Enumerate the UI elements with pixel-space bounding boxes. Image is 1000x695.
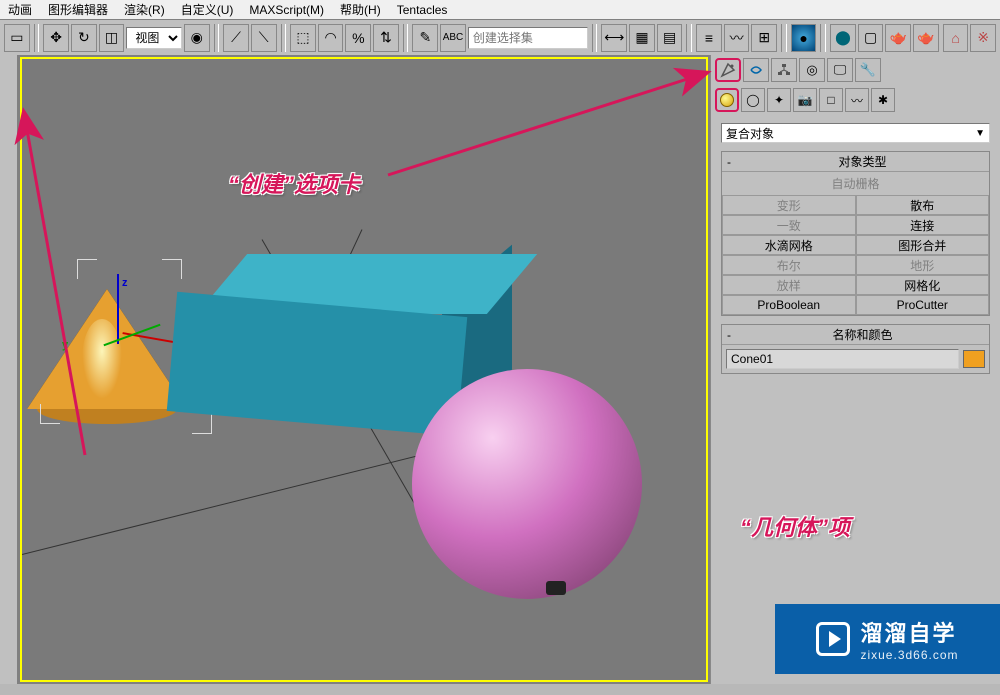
display-tab[interactable]: 🖵 (827, 58, 853, 82)
command-panel: ◎ 🖵 🔧 ◯ ✦ 📷 □ 〰 ✱ 复合对象 ▼ - 对象类型 自动栅格 (710, 55, 1000, 684)
box-object[interactable] (172, 254, 492, 424)
annotation-create-tab: “创建”选项卡 (228, 167, 360, 199)
helpers-category[interactable]: □ (819, 88, 843, 112)
scale-icon[interactable]: ◫ (99, 24, 125, 52)
type-morph[interactable]: 变形 (722, 195, 856, 215)
move-icon[interactable]: ✥ (43, 24, 69, 52)
render-frame-icon[interactable]: ▢ (858, 24, 884, 52)
type-connect[interactable]: 连接 (856, 215, 990, 235)
array-icon[interactable]: ▦ (629, 24, 655, 52)
curve-editor-icon[interactable]: 〰 (724, 24, 750, 52)
perspective-viewport[interactable]: x y z (20, 57, 708, 682)
subcategory-dropdown[interactable]: 复合对象 ▼ (721, 123, 990, 143)
category-row: ◯ ✦ 📷 □ 〰 ✱ (711, 85, 1000, 115)
rollout-name-color-header[interactable]: - 名称和颜色 (722, 325, 989, 345)
lights-category[interactable]: ✦ (767, 88, 791, 112)
type-terrain[interactable]: 地形 (856, 255, 990, 275)
type-conform[interactable]: 一致 (722, 215, 856, 235)
menu-item-maxscript[interactable]: MAXScript(M) (249, 3, 324, 17)
type-boolean[interactable]: 布尔 (722, 255, 856, 275)
type-shapemerge[interactable]: 图形合并 (856, 235, 990, 255)
shapes-category[interactable]: ◯ (741, 88, 765, 112)
cameras-category[interactable]: 📷 (793, 88, 817, 112)
unlink-icon[interactable]: ⟍ (251, 24, 277, 52)
watermark-url: zixue.3d66.com (860, 648, 958, 662)
motion-tab[interactable]: ◎ (799, 58, 825, 82)
viewport-container: x y z “创建”选项卡 (18, 55, 710, 684)
snap-toggle-icon[interactable]: ⬚ (290, 24, 316, 52)
left-dock-strip (0, 55, 18, 684)
type-blobmesh[interactable]: 水滴网格 (722, 235, 856, 255)
type-scatter[interactable]: 散布 (856, 195, 990, 215)
sphere-object[interactable] (412, 369, 642, 599)
named-sel-sets-icon[interactable]: ABC (440, 24, 466, 52)
collapse-icon-2: - (722, 328, 736, 342)
named-selection-input[interactable] (468, 27, 588, 49)
select-link-icon[interactable]: ⟋ (223, 24, 249, 52)
menu-item-grapheditor[interactable]: 图形编辑器 (48, 1, 108, 18)
watermark-title: 溜溜自学 (860, 616, 956, 648)
axis-y-label: y (62, 339, 68, 351)
material-editor-icon[interactable]: ● (791, 24, 817, 52)
render-setup-icon[interactable]: ⬤ (830, 24, 856, 52)
command-tabs: ◎ 🖵 🔧 (711, 55, 1000, 85)
menu-item-anim[interactable]: 动画 (8, 1, 32, 18)
rotate-icon[interactable]: ↻ (71, 24, 97, 52)
schematic-view-icon[interactable]: ⊞ (751, 24, 777, 52)
menu-item-render[interactable]: 渲染(R) (124, 1, 165, 18)
object-color-swatch[interactable] (963, 350, 985, 368)
geometry-category[interactable] (715, 88, 739, 112)
dropdown-arrow-icon: ▼ (975, 128, 985, 139)
selection-region-icon[interactable]: ▭ (4, 24, 30, 52)
type-loft[interactable]: 放样 (722, 275, 856, 295)
object-name-input[interactable] (726, 349, 959, 369)
spinner-snap-icon[interactable]: ⇅ (373, 24, 399, 52)
rollout-title-2: 名称和颜色 (736, 326, 989, 343)
align-icon[interactable]: ▤ (657, 24, 683, 52)
menu-item-tentacles[interactable]: Tentacles (397, 3, 448, 17)
use-pivot-icon[interactable]: ◉ (184, 24, 210, 52)
edit-named-sel-icon[interactable]: ✎ (412, 24, 438, 52)
main-toolbar: ▭ ✥ ↻ ◫ 视图 ◉ ⟋ ⟍ ⬚ ◠ % ⇅ ✎ ABC ⟷ ▦ ▤ ≡ 〰… (0, 20, 1000, 56)
utilities-tab[interactable]: 🔧 (855, 58, 881, 82)
menu-bar: 动画 图形编辑器 渲染(R) 自定义(U) MAXScript(M) 帮助(H)… (0, 0, 1000, 20)
rollout-object-type-header[interactable]: - 对象类型 (722, 152, 989, 172)
type-procutter[interactable]: ProCutter (856, 295, 990, 315)
systems-category[interactable]: ✱ (871, 88, 895, 112)
menu-item-help[interactable]: 帮助(H) (340, 1, 381, 18)
render-last-icon[interactable]: 🫖 (913, 24, 939, 52)
tool-b-icon[interactable]: ※ (970, 24, 996, 52)
viewport-indicator (546, 581, 566, 595)
layers-icon[interactable]: ≡ (696, 24, 722, 52)
watermark-play-icon (816, 622, 850, 656)
type-proboolean[interactable]: ProBoolean (722, 295, 856, 315)
axis-z-label: z (122, 277, 128, 289)
mirror-icon[interactable]: ⟷ (601, 24, 627, 52)
rollout-object-type: - 对象类型 自动栅格 变形 散布 一致 连接 水滴网格 图形合并 布尔 地形 … (721, 151, 990, 316)
percent-snap-icon[interactable]: % (345, 24, 371, 52)
rollout-title: 对象类型 (736, 153, 989, 170)
axis-z-gizmo (117, 274, 119, 344)
type-mesher[interactable]: 网格化 (856, 275, 990, 295)
create-tab[interactable] (715, 58, 741, 82)
spacewarps-category[interactable]: 〰 (845, 88, 869, 112)
annotation-geometry-item: “几何体”项 (740, 510, 850, 542)
menu-item-customize[interactable]: 自定义(U) (181, 1, 234, 18)
subcategory-label: 复合对象 (726, 125, 774, 142)
tool-a-icon[interactable]: ⌂ (943, 24, 969, 52)
autogrid-checkbox[interactable]: 自动栅格 (722, 172, 989, 195)
rollout-name-color: - 名称和颜色 (721, 324, 990, 374)
watermark-badge: 溜溜自学 zixue.3d66.com (775, 604, 1000, 674)
hierarchy-tab[interactable] (771, 58, 797, 82)
quick-render-icon[interactable]: 🫖 (885, 24, 911, 52)
ref-coord-select[interactable]: 视图 (126, 27, 182, 49)
collapse-icon: - (722, 155, 736, 169)
angle-snap-icon[interactable]: ◠ (318, 24, 344, 52)
modify-tab[interactable] (743, 58, 769, 82)
